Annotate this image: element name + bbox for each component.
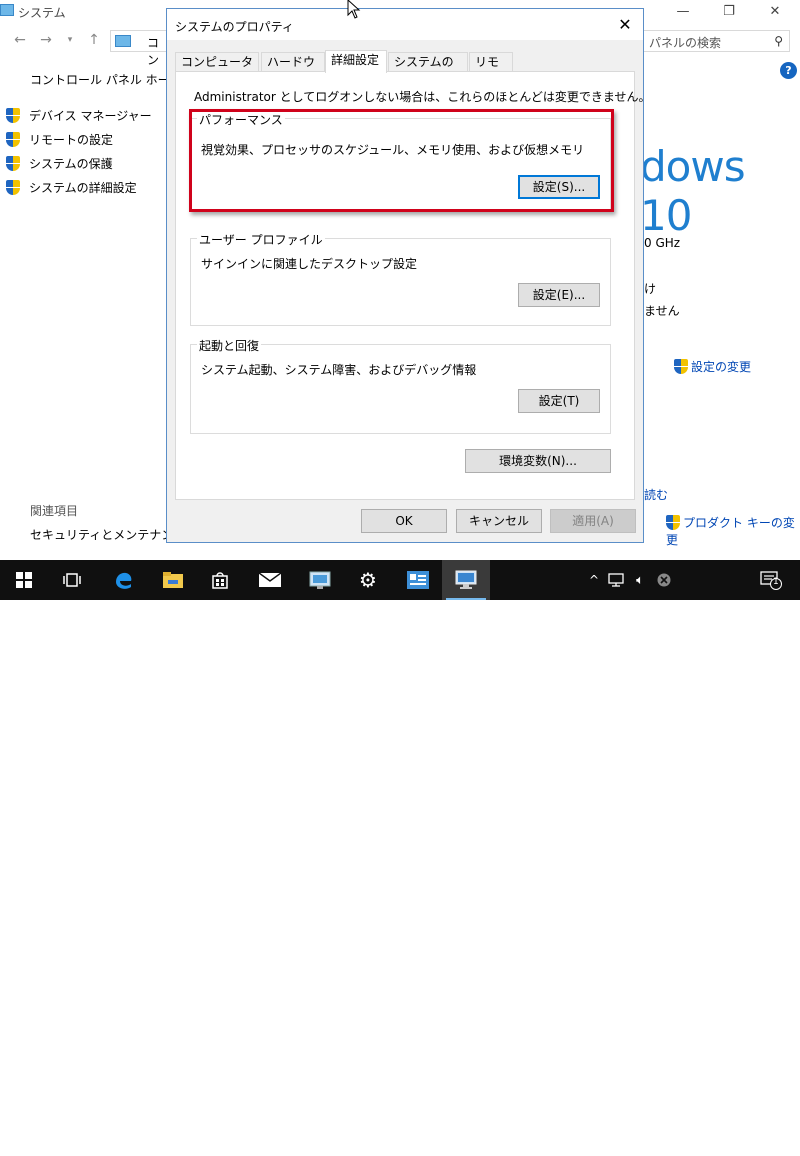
apply-button[interactable]: 適用(A) [550,509,636,533]
cancel-button[interactable]: キャンセル [456,509,542,533]
mail-icon [259,573,281,587]
tab-hardware[interactable]: ハードウェア [261,52,325,87]
tab-computer-name[interactable]: コンピューター名 [175,52,259,87]
edge-icon [116,572,132,589]
system-info-icon [407,571,429,589]
admin-note: Administrator としてログオンしない場合は、これらのほとんどは変更で… [194,90,651,104]
clock-time: 1:58 [698,1125,724,1138]
forward-arrow-icon[interactable]: → [36,30,56,50]
shield-icon [6,156,20,171]
tab-system-protection[interactable]: システムの保護 [388,52,468,87]
system-window-button[interactable] [442,560,490,600]
system-icon [0,4,14,16]
performance-highlight-box [189,109,614,212]
x-circle-icon [657,573,671,587]
start-button[interactable] [0,560,48,600]
edge-button[interactable] [99,560,147,600]
clock[interactable]: 1:58 2017/05/21 [682,1124,746,1156]
related-heading: 関連項目 [30,504,79,518]
sidebar-item-device-manager[interactable]: デバイス マネージャー [6,107,152,125]
environment-variables-button[interactable]: 環境変数(N)... [465,449,611,473]
sidebar-item-label: システムの詳細設定 [29,181,137,195]
control-panel-icon [309,571,331,589]
user-profile-desc: サインインに関連したデスクトップ設定 [201,257,418,271]
search-placeholder: パネルの検索 [649,36,722,50]
no-connection-icon[interactable] [654,560,674,600]
up-arrow-icon[interactable]: ↑ [84,30,104,50]
volume-icon[interactable]: 🔈︎ [630,560,650,600]
windows-10-logo-text: dows 10 [640,142,746,240]
product-key-label: プロダクト キーの変更 [666,516,795,547]
change-settings-link[interactable]: 設定の変更 [674,358,751,375]
sidebar-item-label: デバイス マネージャー [29,109,152,123]
info-fragment: 0 GHz [644,236,681,250]
help-icon[interactable]: ? [780,62,797,79]
control-panel-button[interactable] [296,560,344,600]
network-monitor-icon [608,573,624,587]
recent-chevron-icon[interactable]: ▾ [60,30,80,50]
user-profile-group: ユーザー プロファイル サインインに関連したデスクトップ設定 設定(E)... [190,231,611,326]
notification-count: 1 [773,577,779,587]
taskbar: ⚙ ^ 🔈︎ 1:58 2017/05/21 1 [0,560,800,1154]
network-icon[interactable] [606,560,626,600]
control-panel-home-link[interactable]: コントロール パネル ホーム [30,71,181,88]
file-explorer-button[interactable] [149,560,197,600]
info-fragment: ません [644,304,680,318]
shield-icon [6,108,20,123]
gear-icon: ⚙ [359,568,377,592]
security-maintenance-link[interactable]: セキュリティとメンテナンス [30,526,185,543]
action-center-button[interactable]: 1 [756,560,786,600]
shield-icon [666,515,680,530]
back-arrow-icon[interactable]: ← [10,30,30,50]
computer-icon [115,35,131,47]
ok-button[interactable]: OK [361,509,447,533]
tab-remote[interactable]: リモート [469,52,513,87]
info-fragment: け [644,282,657,296]
task-view-button[interactable] [48,560,96,600]
user-profile-settings-button[interactable]: 設定(E)... [518,283,600,307]
store-button[interactable] [196,560,244,600]
dialog-titlebar[interactable]: システムのプロパティ ✕ [167,9,643,40]
startup-recovery-label: 起動と回復 [197,337,262,354]
store-icon [212,572,228,589]
dialog-title: システムのプロパティ [175,20,294,34]
dialog-close-icon[interactable]: ✕ [615,15,635,35]
show-hidden-icons-icon[interactable]: ^ [586,560,602,600]
search-input[interactable]: パネルの検索 ⚲ [640,30,790,52]
maximize-icon[interactable]: ❐ [706,0,752,24]
sidebar-item-label: システムの保護 [29,157,113,171]
startup-settings-button[interactable]: 設定(T) [518,389,600,413]
sidebar-item-label: リモートの設定 [29,133,114,147]
startup-recovery-desc: システム起動、システム障害、およびデバッグ情報 [201,363,477,377]
sidebar-item-protection[interactable]: システムの保護 [6,155,113,173]
startup-recovery-group: 起動と回復 システム起動、システム障害、およびデバッグ情報 設定(T) [190,337,611,434]
windows-logo-icon [16,572,32,588]
tab-advanced[interactable]: 詳細設定 [325,50,387,73]
shield-icon [674,359,688,374]
sidebar-item-remote[interactable]: リモートの設定 [6,131,113,149]
shield-icon [6,180,20,195]
shield-icon [6,132,20,147]
user-profile-label: ユーザー プロファイル [197,231,325,248]
system-info-button[interactable] [394,560,442,600]
change-settings-label: 設定の変更 [691,360,752,374]
folder-icon [163,572,183,588]
task-view-icon [63,573,81,587]
mouse-cursor-icon [347,0,361,19]
address-bar[interactable]: コン [110,30,170,67]
close-icon[interactable]: ✕ [752,0,798,24]
mail-button[interactable] [246,560,294,600]
product-key-link[interactable]: プロダクト キーの変更 [666,514,800,548]
minimize-icon[interactable]: — [660,0,706,24]
search-icon[interactable]: ⚲ [774,34,783,48]
read-link[interactable]: 読む [644,486,668,503]
settings-button[interactable]: ⚙ [344,560,392,600]
system-window-title: システム [18,6,66,20]
system-computer-icon [455,570,477,589]
clock-date: 2017/05/21 [682,1141,746,1154]
sidebar-item-advanced[interactable]: システムの詳細設定 [6,179,137,197]
